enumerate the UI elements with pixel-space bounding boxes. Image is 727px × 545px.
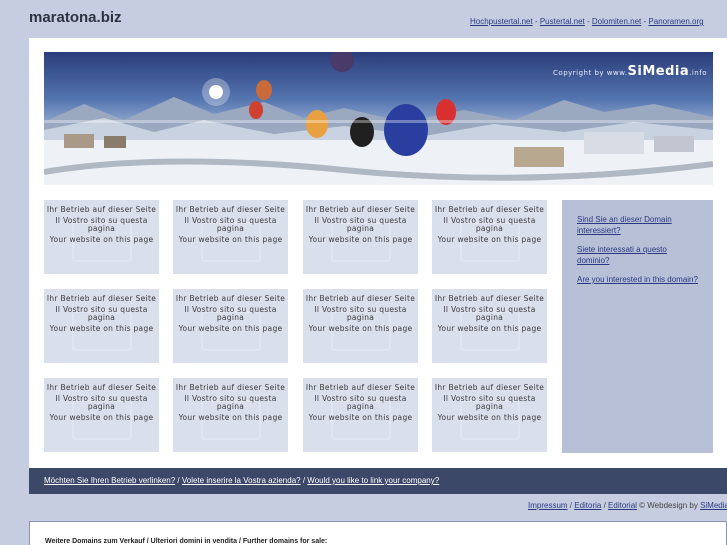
simedia-link[interactable]: SiMedia [700, 501, 727, 510]
ad-slot[interactable]: Ihr Betrieb auf dieser Seite Il Vostro s… [432, 200, 547, 274]
ad-text-de: Ihr Betrieb auf dieser Seite [175, 383, 286, 392]
link-separator: - [587, 17, 590, 26]
domain-interest-link-de[interactable]: Sind Sie an dieser Domain interessiert? [577, 214, 701, 236]
ad-text-de: Ihr Betrieb auf dieser Seite [305, 294, 416, 303]
ad-slot[interactable]: Ihr Betrieb auf dieser Seite Il Vostro s… [44, 289, 159, 363]
copyright-suffix: .info [689, 69, 707, 77]
ad-text-it: Il Vostro sito su questa pagina [184, 305, 277, 322]
ad-text-it: Il Vostro sito su questa pagina [55, 216, 148, 233]
ad-text-it: Il Vostro sito su questa pagina [314, 394, 407, 411]
ad-slot[interactable]: Ihr Betrieb auf dieser Seite Il Vostro s… [303, 289, 418, 363]
link-company-en[interactable]: Would you like to link your company? [307, 476, 439, 485]
panorama-banner: Copyright by www.SiMedia.info [44, 52, 713, 185]
ad-slot[interactable]: Ihr Betrieb auf dieser Seite Il Vostro s… [432, 289, 547, 363]
ad-text-de: Ihr Betrieb auf dieser Seite [434, 294, 545, 303]
editorial-link[interactable]: Editorial [608, 501, 637, 510]
link-separator: - [643, 17, 647, 26]
link-company-de[interactable]: Möchten Sie Ihren Betrieb verlinken? [44, 476, 175, 485]
footer: Impressum / Editoria / Editorial © Webde… [528, 501, 727, 510]
ad-text-it: Il Vostro sito su questa pagina [443, 394, 536, 411]
domain-inquiry-panel: Sind Sie an dieser Domain interessiert? … [562, 200, 713, 453]
main-panel: Copyright by www.SiMedia.info Ihr Betrie… [29, 38, 727, 468]
further-domains-heading: Weitere Domains zum Verkauf / Ulteriori … [45, 538, 328, 545]
ad-text-de: Ihr Betrieb auf dieser Seite [46, 383, 157, 392]
ad-text-de: Ihr Betrieb auf dieser Seite [434, 383, 545, 392]
ad-text-de: Ihr Betrieb auf dieser Seite [305, 205, 416, 214]
ad-text-it: Il Vostro sito su questa pagina [184, 216, 277, 233]
ad-text-it: Il Vostro sito su questa pagina [443, 305, 536, 322]
ad-slot[interactable]: Ihr Betrieb auf dieser Seite Il Vostro s… [173, 378, 288, 452]
ad-text-de: Ihr Betrieb auf dieser Seite [434, 205, 545, 214]
ad-text-de: Ihr Betrieb auf dieser Seite [175, 294, 286, 303]
bar-separator: / [175, 476, 182, 485]
site-title: maratona.biz [29, 9, 122, 26]
ad-slot[interactable]: Ihr Betrieb auf dieser Seite Il Vostro s… [173, 289, 288, 363]
ad-text-it: Il Vostro sito su questa pagina [184, 394, 277, 411]
ad-text-it: Il Vostro sito su questa pagina [55, 305, 148, 322]
domain-interest-link-en[interactable]: Are you interested in this domain? [577, 274, 701, 285]
copyright-prefix: Copyright by www. [553, 69, 628, 77]
impressum-link[interactable]: Impressum [528, 501, 568, 510]
ad-text-en: Your website on this page [49, 324, 154, 333]
ad-slot[interactable]: Ihr Betrieb auf dieser Seite Il Vostro s… [44, 378, 159, 452]
ad-slot[interactable]: Ihr Betrieb auf dieser Seite Il Vostro s… [303, 378, 418, 452]
banner-copyright: Copyright by www.SiMedia.info [553, 64, 707, 79]
ad-text-de: Ihr Betrieb auf dieser Seite [46, 294, 157, 303]
link-company-bar: Möchten Sie Ihren Betrieb verlinken? / V… [29, 468, 727, 494]
ad-text-en: Your website on this page [178, 235, 283, 244]
ad-slot[interactable]: Ihr Betrieb auf dieser Seite Il Vostro s… [432, 378, 547, 452]
ad-text-it: Il Vostro sito su questa pagina [55, 394, 148, 411]
domain-interest-link-it[interactable]: Siete interessati a questo dominio? [577, 244, 701, 266]
link-panoramen[interactable]: Panoramen.org [648, 17, 703, 26]
ad-text-it: Il Vostro sito su questa pagina [443, 216, 536, 233]
link-dolomiten[interactable]: Dolomiten.net [592, 17, 641, 26]
webdesign-text: © Webdesign by [636, 501, 701, 510]
link-pustertal[interactable]: Pustertal.net [540, 17, 585, 26]
ad-text-en: Your website on this page [308, 324, 413, 333]
ad-text-en: Your website on this page [49, 235, 154, 244]
ad-text-it: Il Vostro sito su questa pagina [314, 216, 407, 233]
link-separator: - [534, 17, 538, 26]
ad-text-en: Your website on this page [49, 413, 154, 422]
ad-text-en: Your website on this page [178, 413, 283, 422]
ad-text-en: Your website on this page [308, 235, 413, 244]
further-domains-box: Weitere Domains zum Verkauf / Ulteriori … [29, 521, 727, 545]
ad-text-en: Your website on this page [178, 324, 283, 333]
ad-slot[interactable]: Ihr Betrieb auf dieser Seite Il Vostro s… [303, 200, 418, 274]
ad-text-de: Ihr Betrieb auf dieser Seite [305, 383, 416, 392]
link-company-it[interactable]: Volete inserire la Vostra azienda? [182, 476, 301, 485]
ad-text-en: Your website on this page [308, 413, 413, 422]
editoria-link[interactable]: Editoria [574, 501, 601, 510]
link-hochpustertal[interactable]: Hochpustertal.net [470, 17, 533, 26]
copyright-brand: SiMedia [627, 64, 690, 79]
ad-text-en: Your website on this page [437, 413, 542, 422]
top-links-nav: Hochpustertal.net - Pustertal.net - Dolo… [470, 17, 727, 26]
ad-text-it: Il Vostro sito su questa pagina [314, 305, 407, 322]
ad-slot[interactable]: Ihr Betrieb auf dieser Seite Il Vostro s… [173, 200, 288, 274]
ad-text-de: Ihr Betrieb auf dieser Seite [175, 205, 286, 214]
ad-text-de: Ihr Betrieb auf dieser Seite [46, 205, 157, 214]
ad-text-en: Your website on this page [437, 324, 542, 333]
ad-slot[interactable]: Ihr Betrieb auf dieser Seite Il Vostro s… [44, 200, 159, 274]
ad-text-en: Your website on this page [437, 235, 542, 244]
